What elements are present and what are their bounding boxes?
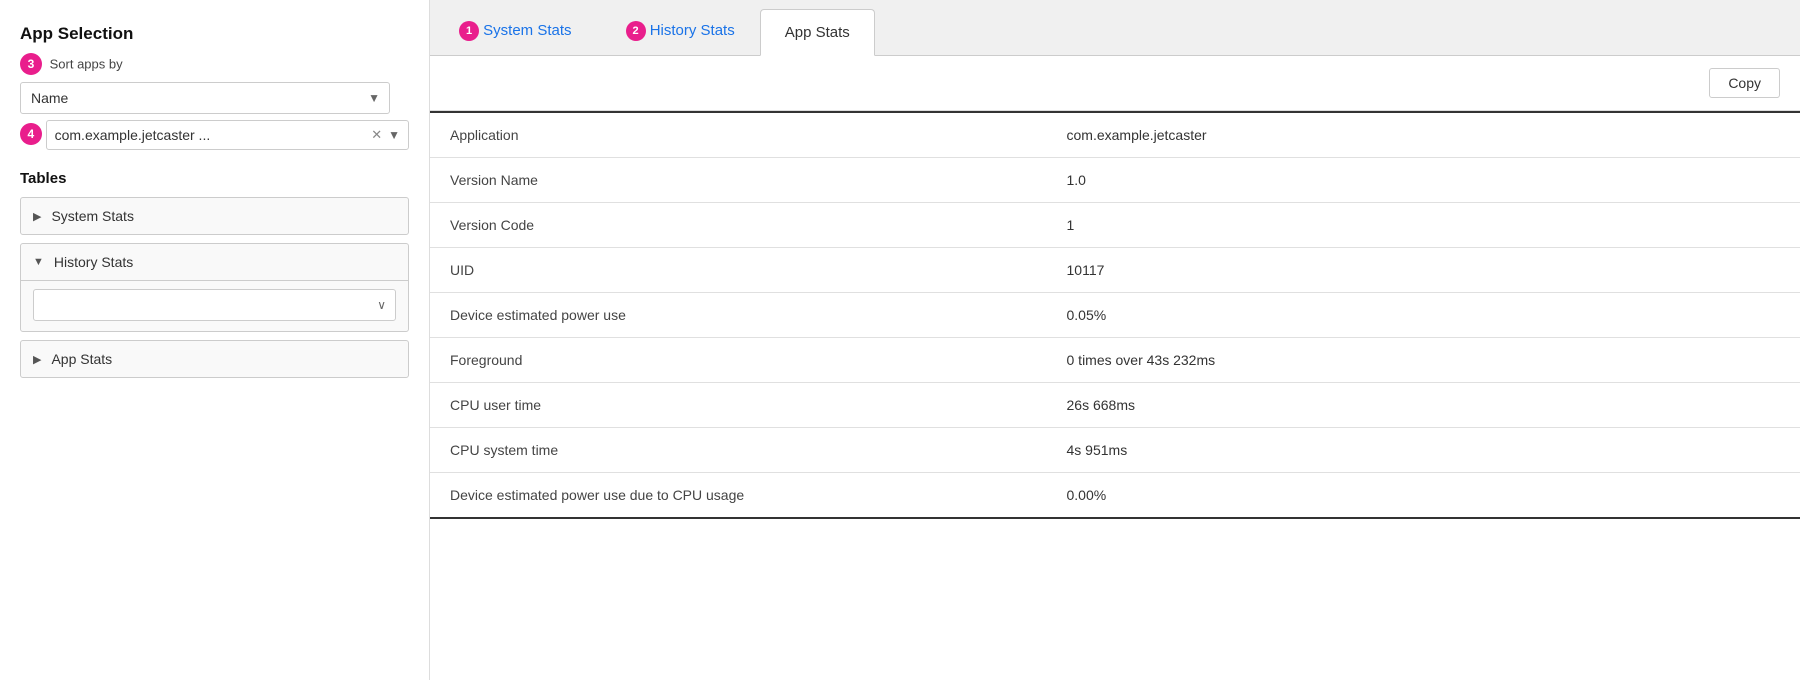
table-row: Version Code1 [430,203,1800,248]
system-stats-tab-label: System Stats [483,22,571,39]
stat-key: CPU system time [430,428,1047,473]
table-row: CPU user time26s 668ms [430,383,1800,428]
stat-value: 4s 951ms [1047,428,1800,473]
table-item-app-stats-header[interactable]: ▶ App Stats [21,341,408,377]
table-item-history-stats: ▼ History Stats ∨ [20,243,409,332]
tab-history-stats[interactable]: 2 History Stats [597,7,760,56]
stat-key: Foreground [430,338,1047,383]
system-stats-arrow-icon: ▶ [33,210,41,223]
tab-system-stats[interactable]: 1 System Stats [430,7,597,56]
tables-title: Tables [20,170,409,187]
stat-key: Version Name [430,158,1047,203]
sort-badge: 3 [20,53,42,75]
sort-select[interactable]: Name Package Version [20,82,390,114]
stat-key: Device estimated power use [430,293,1047,338]
sort-select-wrapper: Name Package Version ▼ [20,82,390,114]
table-row: UID10117 [430,248,1800,293]
app-stats-tab-label: App Stats [785,24,850,41]
stat-key: Version Code [430,203,1047,248]
table-item-app-stats: ▶ App Stats [20,340,409,378]
stat-key: CPU user time [430,383,1047,428]
main-panel: 1 System Stats 2 History Stats App Stats… [430,0,1800,680]
history-stats-tab-badge: 2 [626,21,646,41]
table-row: CPU system time4s 951ms [430,428,1800,473]
table-item-system-stats: ▶ System Stats [20,197,409,235]
table-row: Applicationcom.example.jetcaster [430,112,1800,158]
stat-value: 1.0 [1047,158,1800,203]
history-dropdown: ∨ [33,289,396,321]
table-row: Version Name1.0 [430,158,1800,203]
stat-key: Device estimated power use due to CPU us… [430,473,1047,519]
app-select-arrow-icon: ▼ [388,128,400,142]
app-select-clear-icon[interactable]: ✕ [371,127,382,143]
content-area: Copy Applicationcom.example.jetcasterVer… [430,56,1800,680]
stat-key: UID [430,248,1047,293]
history-stats-body: ∨ [21,280,408,331]
app-select-inner[interactable]: com.example.jetcaster ... ✕ ▼ [46,120,409,150]
copy-button[interactable]: Copy [1709,68,1780,98]
app-badge: 4 [20,123,42,145]
app-container: App Selection 3 Sort apps by Name Packag… [0,0,1800,680]
stat-key: Application [430,112,1047,158]
history-stats-arrow-icon: ▼ [33,256,44,268]
table-row: Device estimated power use0.05% [430,293,1800,338]
table-row: Foreground0 times over 43s 232ms [430,338,1800,383]
app-stats-label: App Stats [51,351,112,367]
app-select-text: com.example.jetcaster ... [55,127,366,143]
table-row: Device estimated power use due to CPU us… [430,473,1800,519]
system-stats-label: System Stats [51,208,133,224]
app-stats-arrow-icon: ▶ [33,353,41,366]
stat-value: 1 [1047,203,1800,248]
app-select-row: 4 com.example.jetcaster ... ✕ ▼ [20,120,409,150]
sidebar: App Selection 3 Sort apps by Name Packag… [0,0,430,680]
system-stats-tab-badge: 1 [459,21,479,41]
sort-label: 3 Sort apps by [20,54,409,76]
history-select[interactable] [33,289,396,321]
stat-value: 0.00% [1047,473,1800,519]
stat-value: com.example.jetcaster [1047,112,1800,158]
sidebar-title: App Selection [20,24,409,44]
table-item-history-stats-header[interactable]: ▼ History Stats [21,244,408,280]
stat-value: 10117 [1047,248,1800,293]
stat-value: 0 times over 43s 232ms [1047,338,1800,383]
history-stats-label: History Stats [54,254,133,270]
tabs-bar: 1 System Stats 2 History Stats App Stats [430,0,1800,56]
stat-value: 0.05% [1047,293,1800,338]
tab-app-stats[interactable]: App Stats [760,9,875,56]
table-item-system-stats-header[interactable]: ▶ System Stats [21,198,408,234]
history-stats-tab-label: History Stats [650,22,735,39]
sort-row: Name Package Version ▼ [20,82,409,114]
stats-table: Applicationcom.example.jetcasterVersion … [430,111,1800,519]
copy-row: Copy [430,56,1800,111]
app-select-wrapper[interactable]: com.example.jetcaster ... ✕ ▼ [46,120,409,150]
stat-value: 26s 668ms [1047,383,1800,428]
